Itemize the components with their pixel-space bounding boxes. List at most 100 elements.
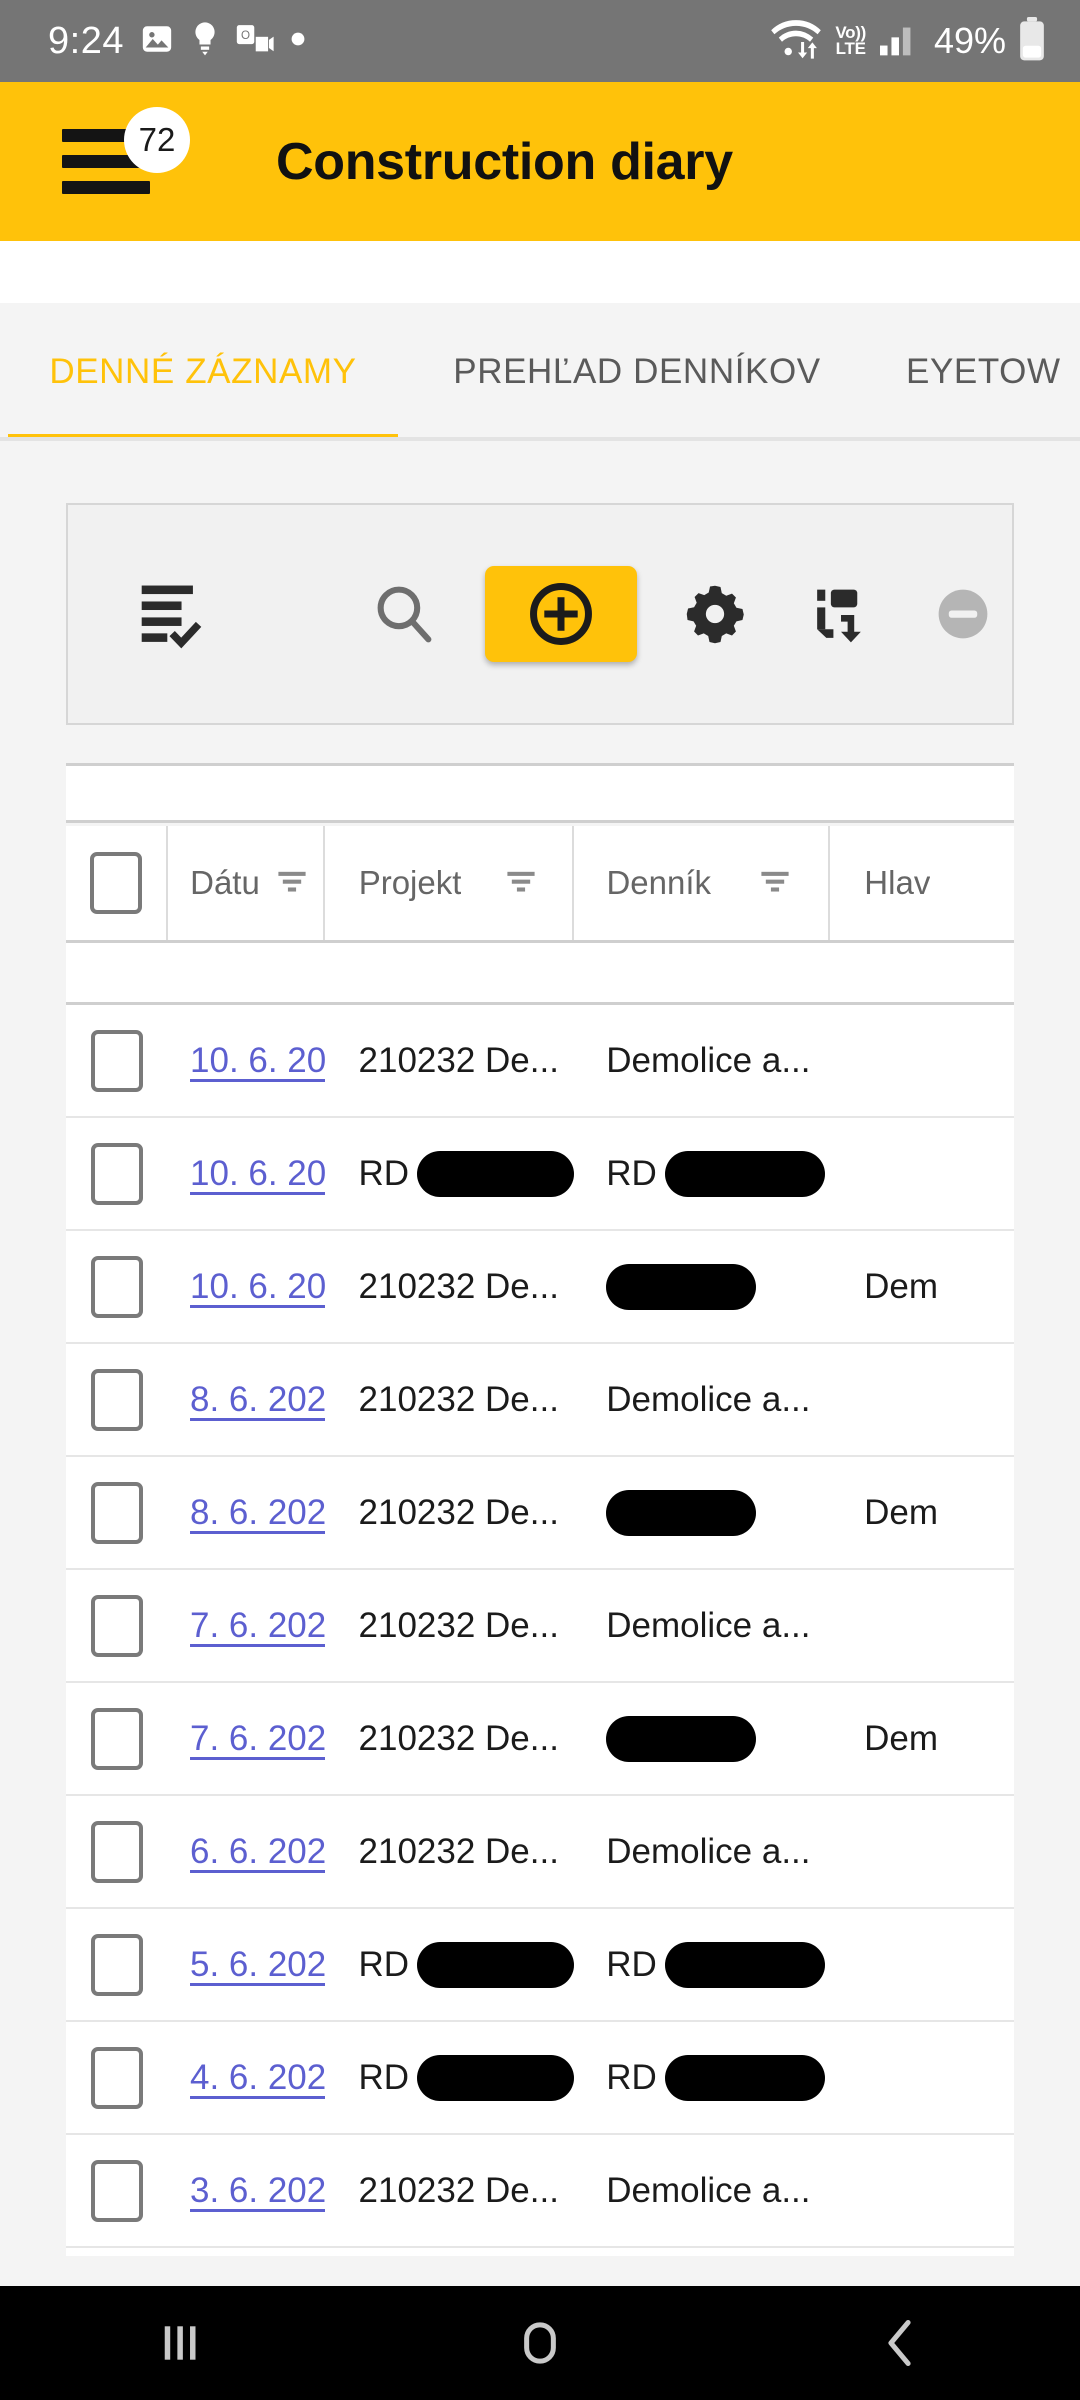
date-link[interactable]: 10. 6. 20 [190,1154,325,1194]
table-row[interactable]: 3. 6. 202 210232 De... Demolice a... [66,2135,1014,2248]
date-link[interactable]: 7. 6. 202 [190,1606,325,1646]
sync-icon[interactable] [792,559,889,669]
date-link[interactable]: 10. 6. 20 [190,1041,325,1081]
dot-icon [290,31,306,52]
table-row[interactable]: 10. 6. 20 210232 De... Demolice a... [66,1005,1014,1118]
row-main-cell [830,2135,1014,2246]
table-row[interactable]: 5. 6. 202 RD RD [66,1909,1014,2022]
redaction-bar [606,1489,757,1536]
row-date-cell[interactable]: 10. 6. 20 [168,1231,325,1342]
row-select-cell[interactable] [66,1796,168,1907]
table-body: 10. 6. 20 210232 De... Demolice a... 10. 6.… [66,1005,1014,2248]
row-main-cell: Dem [830,1457,1014,1568]
date-link[interactable]: 4. 6. 202 [190,2058,325,2098]
row-date-cell[interactable]: 7. 6. 202 [168,1683,325,1794]
row-main-cell [830,1796,1014,1907]
add-button[interactable] [484,566,637,662]
row-select-cell[interactable] [66,2022,168,2133]
row-checkbox[interactable] [91,1481,143,1544]
row-select-cell[interactable] [66,1909,168,2020]
row-checkbox[interactable] [91,1255,143,1318]
table-row[interactable]: 8. 6. 202 210232 De... Demolice a... [66,1344,1014,1457]
row-date-cell[interactable]: 4. 6. 202 [168,2022,325,2133]
tab-prehlad-dennikov[interactable]: PREHĽAD DENNÍKOV [406,303,868,441]
project-text: RD [358,1153,410,1193]
column-header-project[interactable]: Projekt [325,826,575,940]
hamburger-bar-3 [62,181,150,194]
table-row[interactable]: 8. 6. 202 210232 De... Dem [66,1457,1014,1570]
date-link[interactable]: 3. 6. 202 [190,2171,325,2211]
select-all-checkbox[interactable] [90,852,143,914]
row-select-cell[interactable] [66,1118,168,1229]
status-bar-right: Vo)) LTE 49% [769,16,1046,66]
search-icon[interactable] [356,559,453,669]
row-checkbox[interactable] [91,2159,143,2222]
row-project-cell: RD [325,2022,575,2133]
redaction-bar [417,1941,575,1988]
row-checkbox[interactable] [91,1820,143,1883]
row-project-cell: RD [325,1909,575,2020]
column-header-main[interactable]: Hlav [830,826,1014,940]
row-select-cell[interactable] [66,1570,168,1681]
date-link[interactable]: 8. 6. 202 [190,1380,325,1420]
row-select-cell[interactable] [66,1683,168,1794]
app-bar: 72 Construction diary [0,82,1080,241]
row-date-cell[interactable]: 8. 6. 202 [168,1344,325,1455]
column-header-date[interactable]: Dátu [168,826,325,940]
row-select-cell[interactable] [66,1457,168,1568]
date-link[interactable]: 7. 6. 202 [190,1719,325,1759]
row-date-cell[interactable]: 5. 6. 202 [168,1909,325,2020]
row-checkbox[interactable] [91,1933,143,1996]
row-project-cell: 210232 De... [325,1457,575,1568]
table-row[interactable]: 4. 6. 202 RD RD [66,2022,1014,2135]
date-link[interactable]: 10. 6. 20 [190,1267,325,1307]
remove-icon[interactable] [915,559,1012,669]
row-date-cell[interactable]: 3. 6. 202 [168,2135,325,2246]
row-checkbox[interactable] [91,1142,143,1205]
add-icon [529,583,592,645]
row-date-cell[interactable]: 7. 6. 202 [168,1570,325,1681]
settings-gear-icon[interactable] [667,559,764,669]
redaction-bar [417,1150,575,1197]
row-checkbox[interactable] [91,1707,143,1770]
list-view-icon[interactable] [120,554,226,674]
row-date-cell[interactable]: 10. 6. 20 [168,1005,325,1116]
filter-icon-diary[interactable] [758,864,792,903]
filter-icon-project[interactable] [504,864,538,903]
row-date-cell[interactable]: 10. 6. 20 [168,1118,325,1229]
row-select-cell[interactable] [66,1344,168,1455]
home-button[interactable] [460,2286,620,2400]
tab-denne-zaznamy[interactable]: DENNÉ ZÁZNAMY [0,303,406,441]
project-text: 210232 De... [358,1831,559,1871]
column-header-main-label: Hlav [864,864,931,901]
row-checkbox[interactable] [91,2046,143,2109]
row-project-cell: 210232 De... [325,1344,575,1455]
select-all-header[interactable] [66,826,169,940]
phone-screen: 9:24 O Vo)) LTE 49% 72 Construction diar… [0,0,1080,2400]
back-button[interactable] [820,2286,980,2400]
tab-eyetower[interactable]: EYETOW [868,303,1080,441]
row-select-cell[interactable] [66,2135,168,2246]
table-row[interactable]: 10. 6. 20 210232 De... Dem [66,1231,1014,1344]
row-select-cell[interactable] [66,1231,168,1342]
table-toolbar [66,503,1014,725]
row-checkbox[interactable] [91,1029,143,1092]
row-diary-cell [574,1457,830,1568]
date-link[interactable]: 8. 6. 202 [190,1493,325,1533]
table-row[interactable]: 7. 6. 202 210232 De... Demolice a... [66,1570,1014,1683]
filter-icon-date[interactable] [275,864,309,903]
row-checkbox[interactable] [91,1368,143,1431]
column-header-diary[interactable]: Denník [574,826,831,940]
date-link[interactable]: 6. 6. 202 [190,1832,325,1872]
row-diary-cell: Demolice a... [574,2135,830,2246]
hamburger-menu-button[interactable]: 72 [62,106,190,217]
table-row[interactable]: 10. 6. 20 RD RD [66,1118,1014,1231]
table-row[interactable]: 7. 6. 202 210232 De... Dem [66,1683,1014,1796]
date-link[interactable]: 5. 6. 202 [190,1945,325,1985]
row-date-cell[interactable]: 8. 6. 202 [168,1457,325,1568]
recents-button[interactable] [100,2286,260,2400]
table-row[interactable]: 6. 6. 202 210232 De... Demolice a... [66,1796,1014,1909]
row-checkbox[interactable] [91,1594,143,1657]
row-date-cell[interactable]: 6. 6. 202 [168,1796,325,1907]
row-select-cell[interactable] [66,1005,168,1116]
